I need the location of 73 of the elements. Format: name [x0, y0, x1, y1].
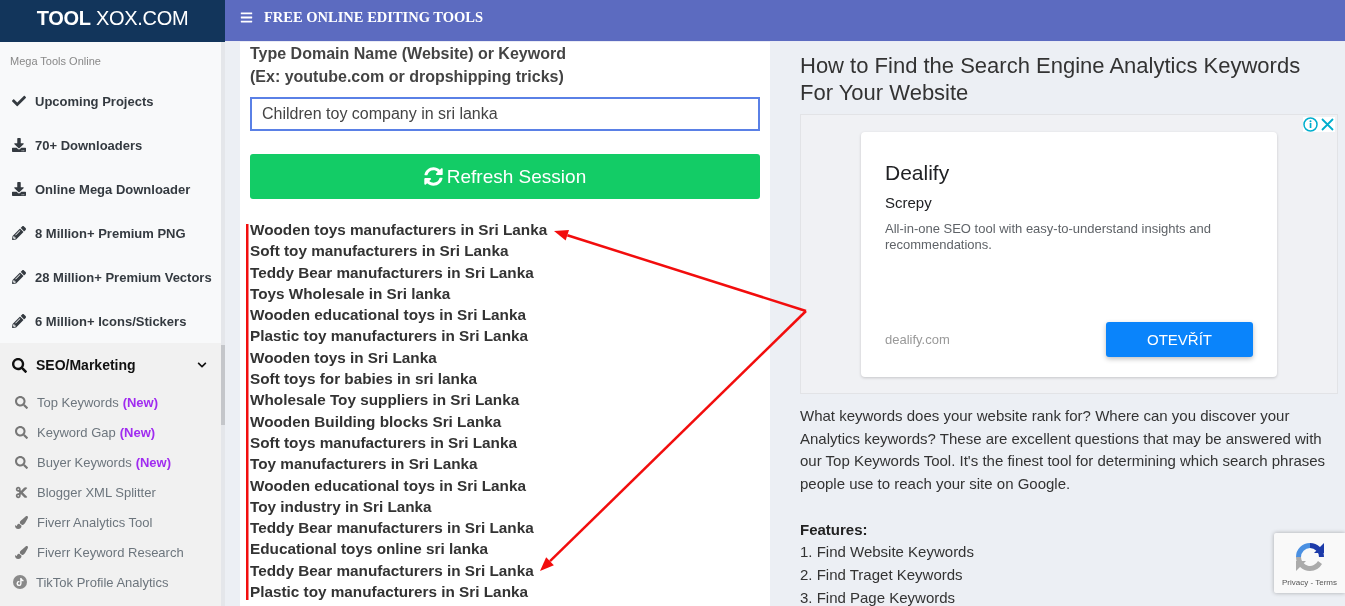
keyword-text: Wooden Building blocks Sri Lanka: [250, 411, 502, 432]
keyword-text: Toy industry in Sri Lanka: [250, 496, 432, 517]
sidebar-item[interactable]: Upcoming Projects: [0, 79, 221, 123]
sidebar-item[interactable]: 28 Million+ Premium Vectors: [0, 255, 221, 299]
pencil-icon: [12, 270, 26, 284]
field-hint: (Ex: youtube.com or dropshipping tricks): [250, 67, 565, 87]
brush-icon: [15, 515, 28, 529]
keyword-text: Toy manufacturers in Sri Lanka: [250, 454, 478, 475]
sidebar-item[interactable]: Online Mega Downloader: [0, 167, 221, 211]
menu-icon[interactable]: [240, 11, 253, 24]
keyword-text: Soft toys manufacturers in Sri Lanka: [250, 432, 517, 453]
new-label: (New): [119, 424, 156, 440]
keyword-text: Teddy Bear manufacturers in Sri Lanka: [250, 560, 534, 581]
keyword-text: Wooden toys manufacturers in Sri Lanka: [250, 220, 548, 240]
sidebar-link[interactable]: Buyer Keywords (New): [0, 447, 221, 477]
sidebar-caption: Mega Tools Online: [9, 54, 102, 68]
sidebar-item[interactable]: 70+ Downloaders: [0, 123, 221, 167]
sidebar-link[interactable]: Fiverr Analytics Tool: [0, 507, 221, 537]
keyword-text: Wholesale Toy suppliers in Sri Lanka: [250, 390, 520, 411]
close-icon[interactable]: [1320, 117, 1335, 132]
keyword-text: Wooden toys in Sri Lanka: [250, 347, 437, 368]
section-header[interactable]: SEO/Marketing: [0, 343, 221, 387]
sidebar-link[interactable]: Blogger XML Splitter: [0, 477, 221, 507]
feature-item: 1. Find Website Keywords: [800, 542, 974, 563]
ad-title: Dealify: [885, 160, 951, 186]
sidebar-item[interactable]: 8 Million+ Premium PNG: [0, 211, 221, 255]
scissors-icon: [15, 485, 28, 499]
pencil-icon: [12, 314, 26, 328]
info-icon[interactable]: [1303, 117, 1318, 132]
sidebar-link[interactable]: Top Keywords (New): [0, 387, 221, 417]
keyword-text: Teddy Bear manufacturers in Sri Lanka: [250, 518, 534, 539]
music-note-icon: [13, 575, 27, 589]
header-title: FREE ONLINE EDITING TOOLS: [264, 9, 484, 26]
refresh-icon: [423, 167, 443, 186]
chevron-down-icon: [197, 360, 207, 370]
keyword-text: Wooden educational toys in Sri Lanka: [250, 475, 526, 496]
keyword-text: Educational toys online sri lanka: [250, 539, 488, 560]
sidebar-link[interactable]: Fiverr Keyword Research: [0, 537, 221, 567]
keyword-text: Plastic toy manufacturers in Sri Lanka: [250, 326, 528, 347]
features-heading: Features:: [800, 519, 868, 540]
privacy-terms-link[interactable]: Privacy - Terms: [1282, 578, 1337, 587]
intro-paragraph: What keywords does your website rank for? Where can you discover your Analytics keywords? These are excellent questions that may be answered with our Top Keywords Tool. It's the finest tool for determining which search phrases people use to reach your site on Google.: [800, 406, 1327, 495]
keyword-text: Wooden educational toys in Sri Lanka: [250, 305, 526, 326]
download-icon: [12, 182, 26, 196]
new-label: (New): [122, 394, 159, 410]
brush-icon: [15, 545, 28, 559]
keyword-text: Plastic toy manufacturers in Sri Lanka: [250, 582, 528, 603]
sidebar-item[interactable]: 6 Million+ Icons/Stickers: [0, 299, 221, 343]
search-icon: [15, 455, 28, 469]
check-icon: [12, 94, 26, 108]
feature-item: 3. Find Page Keywords: [800, 587, 956, 606]
keyword-text: Soft toys for babies in sri lanka: [250, 369, 477, 390]
site-logo[interactable]: TOOL XOX.COM: [36, 6, 189, 30]
feature-item: 2. Find Traget Keywords: [800, 564, 963, 585]
field-label: Type Domain Name (Website) or Keyword: [250, 44, 567, 64]
ad-subtitle: Screpy: [885, 193, 933, 213]
sidebar-link[interactable]: Keyword Gap (New): [0, 417, 221, 447]
search-icon: [12, 357, 27, 373]
download-icon: [12, 138, 26, 152]
open-button[interactable]: OTEVŘÍT: [1106, 322, 1253, 357]
pencil-icon: [12, 226, 26, 240]
search-icon: [15, 395, 28, 409]
keyword-text: Toys Wholesale in Sri lanka: [250, 283, 451, 304]
article-title: How to Find the Search Engine Analytics Keywords For Your Website: [800, 52, 1302, 106]
keyword-input[interactable]: Children toy company in sri lanka: [250, 97, 760, 131]
ad-domain: dealify.com: [885, 332, 950, 347]
new-label: (New): [135, 454, 172, 470]
keyword-text: Teddy Bear manufacturers in Sri Lanka: [250, 262, 534, 283]
keyword-text: Soft toy manufacturers in Sri Lanka: [250, 241, 509, 262]
search-icon: [15, 425, 28, 439]
sidebar-link[interactable]: TikTok Profile Analytics: [0, 567, 221, 597]
scrollbar-thumb[interactable]: [221, 345, 225, 425]
ad-description: All-in-one SEO tool with easy-to-understand insights and recommendations.: [885, 221, 1212, 253]
